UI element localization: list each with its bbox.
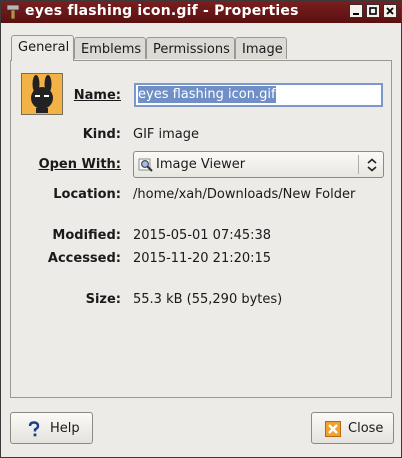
window-title: eyes flashing icon.gif - Properties [25,3,299,19]
accessed-value: 2015-11-20 21:20:15 [133,251,272,266]
close-icon [386,7,394,15]
minimize-icon [353,13,359,15]
tab-general[interactable]: General [11,35,74,61]
kind-value: GIF image [133,127,200,142]
hammer-icon [6,4,20,20]
open-with-combo[interactable]: Image Viewer [133,151,384,178]
location-label: Location: [53,187,121,202]
size-label: Size: [85,292,121,307]
close-x-icon [325,421,341,437]
modified-label: Modified: [52,228,121,243]
image-viewer-icon [138,158,153,172]
name-input[interactable]: eyes flashing icon.gif [134,83,383,107]
name-label: Name: [1,88,121,103]
properties-window: eyes flashing icon.gif - Properties Gene… [0,0,402,458]
help-button[interactable]: Help [10,412,93,444]
tab-image[interactable]: Image [235,37,287,59]
kind-label: Kind: [82,127,121,142]
close-label: Close [348,421,384,436]
location-value: /home/xah/Downloads/New Folder [133,187,356,202]
tab-emblems[interactable]: Emblems [74,37,146,59]
modified-value: 2015-05-01 07:45:38 [133,228,272,243]
open-with-value: Image Viewer [156,157,246,172]
tab-permissions[interactable]: Permissions [146,37,235,59]
help-label: Help [50,421,80,436]
name-label-text: Name: [73,88,121,103]
open-with-label-text: Open With: [38,157,121,172]
maximize-button[interactable] [366,4,380,18]
title-bar[interactable]: eyes flashing icon.gif - Properties [1,1,401,23]
size-value: 55.3 kB (55,290 bytes) [133,292,283,307]
chevron-updown-icon [367,158,377,172]
minimize-button[interactable] [349,4,363,18]
name-value: eyes flashing icon.gif [138,86,276,103]
accessed-label: Accessed: [47,251,121,266]
close-window-button[interactable] [383,4,397,18]
maximize-icon [369,7,377,15]
open-with-label: Open With: [1,157,121,172]
question-mark-icon [28,421,40,437]
close-button[interactable]: Close [311,412,394,444]
combo-separator [358,155,359,174]
